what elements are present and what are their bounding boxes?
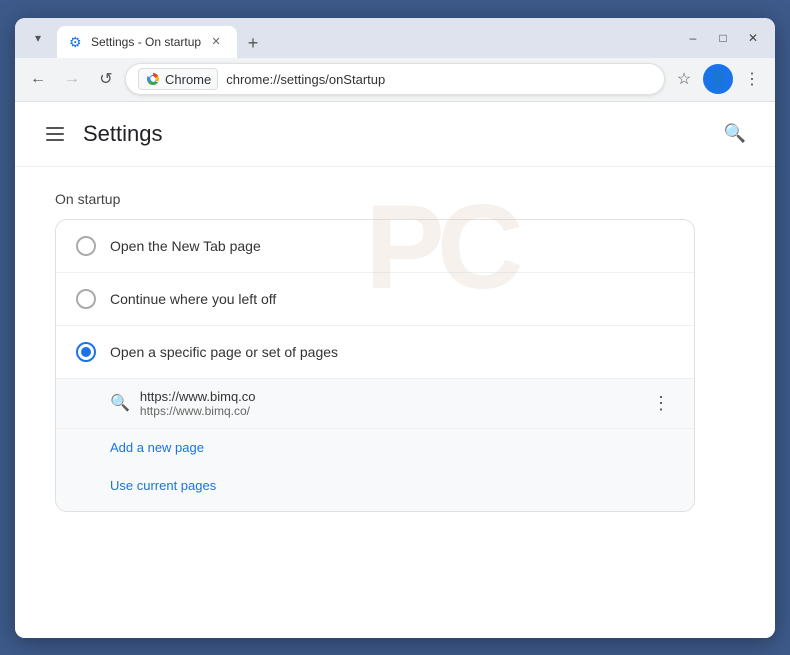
tab-title: Settings - On startup xyxy=(91,35,201,49)
radio-new-tab[interactable] xyxy=(76,236,96,256)
profile-button[interactable]: 👤 xyxy=(703,64,733,94)
settings-title: Settings xyxy=(83,121,163,147)
chrome-badge: Chrome xyxy=(138,68,218,90)
title-bar-controls: – □ ✕ xyxy=(679,24,767,52)
option-specific[interactable]: Open a specific page or set of pages xyxy=(56,326,694,378)
bookmark-button[interactable]: ☆ xyxy=(669,64,699,94)
page-url-sub: https://www.bimq.co/ xyxy=(140,404,638,418)
chrome-logo-icon xyxy=(145,71,161,87)
active-tab[interactable]: ⚙ Settings - On startup ✕ xyxy=(57,26,237,58)
option-new-tab-label: Open the New Tab page xyxy=(110,238,261,254)
tab-bar: ⚙ Settings - On startup ✕ + xyxy=(57,18,675,58)
add-page-row: Add a new page xyxy=(56,428,694,467)
hamburger-line-3 xyxy=(46,139,64,141)
option-continue-label: Continue where you left off xyxy=(110,291,276,307)
option-new-tab[interactable]: Open the New Tab page xyxy=(56,220,694,272)
hamburger-menu-button[interactable] xyxy=(39,118,71,150)
tab-close-button[interactable]: ✕ xyxy=(207,33,225,51)
option-continue[interactable]: Continue where you left off xyxy=(56,272,694,325)
page-entry-text: https://www.bimq.co https://www.bimq.co/ xyxy=(140,389,638,418)
page-search-icon: 🔍 xyxy=(110,393,130,413)
address-bar: ← → ↺ Chrome chrome://settings/onStartup… xyxy=(15,58,775,102)
maximize-button[interactable]: □ xyxy=(709,24,737,52)
profile-icon: 👤 xyxy=(708,69,728,89)
url-text: chrome://settings/onStartup xyxy=(226,72,652,87)
search-icon: 🔍 xyxy=(724,123,746,144)
page-entry-menu-button[interactable]: ⋮ xyxy=(648,389,674,418)
settings-body: PC On startup Open the New Tab page Cont… xyxy=(15,167,775,536)
back-button[interactable]: ← xyxy=(23,64,53,94)
title-bar-left: ▾ xyxy=(23,23,53,53)
section-title: On startup xyxy=(55,191,735,207)
add-new-page-link[interactable]: Add a new page xyxy=(110,440,204,455)
title-bar: ▾ ⚙ Settings - On startup ✕ + – □ ✕ xyxy=(15,18,775,58)
settings-header-left: Settings xyxy=(39,118,163,150)
minimize-button[interactable]: – xyxy=(679,24,707,52)
new-tab-button[interactable]: + xyxy=(239,30,267,58)
page-entry-row: 🔍 https://www.bimq.co https://www.bimq.c… xyxy=(56,378,694,428)
chrome-label: Chrome xyxy=(165,72,211,87)
radio-specific[interactable] xyxy=(76,342,96,362)
chrome-menu-button[interactable]: ⋮ xyxy=(737,64,767,94)
settings-search-button[interactable]: 🔍 xyxy=(719,118,751,150)
page-url-main: https://www.bimq.co xyxy=(140,389,638,404)
use-current-pages-link[interactable]: Use current pages xyxy=(110,478,216,493)
hamburger-line-1 xyxy=(46,127,64,129)
browser-window: ▾ ⚙ Settings - On startup ✕ + – □ ✕ ← → … xyxy=(15,18,775,638)
settings-tab-icon: ⚙ xyxy=(69,34,85,50)
specific-section: Open a specific page or set of pages 🔍 h… xyxy=(56,325,694,511)
radio-continue[interactable] xyxy=(76,289,96,309)
options-card: Open the New Tab page Continue where you… xyxy=(55,219,695,512)
hamburger-line-2 xyxy=(46,133,64,135)
close-button[interactable]: ✕ xyxy=(739,24,767,52)
settings-page: Settings 🔍 PC On startup Open the New Ta… xyxy=(15,102,775,536)
use-current-row: Use current pages xyxy=(56,467,694,511)
radio-selected-dot xyxy=(81,347,91,357)
option-specific-label: Open a specific page or set of pages xyxy=(110,344,338,360)
page-content: Settings 🔍 PC On startup Open the New Ta… xyxy=(15,102,775,638)
url-bar[interactable]: Chrome chrome://settings/onStartup xyxy=(125,63,665,95)
reload-button[interactable]: ↺ xyxy=(91,64,121,94)
forward-button[interactable]: → xyxy=(57,64,87,94)
settings-header: Settings 🔍 xyxy=(15,102,775,167)
dropdown-btn[interactable]: ▾ xyxy=(23,23,53,53)
